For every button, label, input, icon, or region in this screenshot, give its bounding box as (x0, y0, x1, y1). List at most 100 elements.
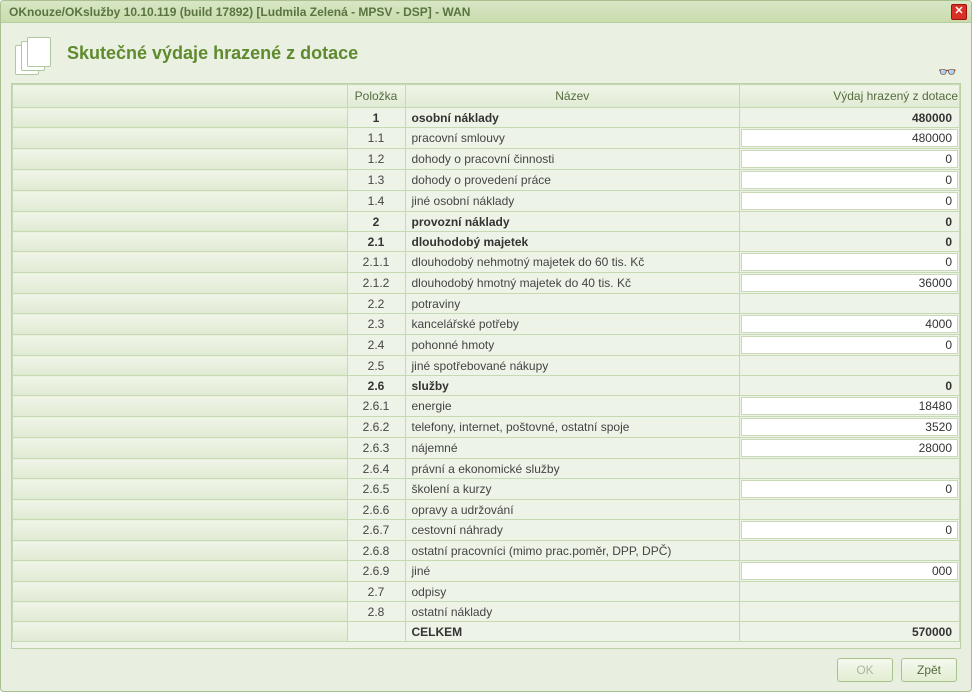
value-input[interactable] (741, 562, 958, 580)
item-number-cell: 2.1.1 (347, 252, 405, 273)
item-name-cell: osobní náklady (405, 108, 740, 128)
value-input[interactable] (741, 192, 958, 210)
item-number-cell: 2.1 (347, 232, 405, 252)
row-gutter (13, 582, 348, 602)
item-value-cell[interactable] (740, 252, 960, 273)
item-number-cell: 1.3 (347, 170, 405, 191)
item-name-cell: pohonné hmoty (405, 335, 740, 356)
item-value-cell[interactable] (740, 128, 960, 149)
item-number-cell: 2.6.2 (347, 417, 405, 438)
table-row: 1.1pracovní smlouvy (13, 128, 960, 149)
item-number-cell: 1.1 (347, 128, 405, 149)
header-value[interactable]: Výdaj hrazený z dotace (740, 85, 960, 108)
item-value-cell[interactable] (740, 191, 960, 212)
item-number-cell: 2.6.1 (347, 396, 405, 417)
item-number-cell: 2.8 (347, 602, 405, 622)
item-value-cell[interactable] (740, 273, 960, 294)
item-name-cell: potraviny (405, 294, 740, 314)
value-text: 570000 (741, 625, 958, 639)
header-rowgutter (13, 85, 348, 108)
value-input[interactable] (741, 171, 958, 189)
value-input[interactable] (741, 418, 958, 436)
item-value-cell[interactable] (740, 438, 960, 459)
table-row: 2.6.2telefony, internet, poštovné, ostat… (13, 417, 960, 438)
value-input[interactable] (741, 315, 958, 333)
value-text: 480000 (741, 111, 958, 125)
row-gutter (13, 561, 348, 582)
item-number-cell: 2 (347, 212, 405, 232)
item-value-cell[interactable] (740, 417, 960, 438)
expenses-table: Položka Název Výdaj hrazený z dotace 1os… (12, 84, 960, 642)
item-value-cell[interactable] (740, 396, 960, 417)
item-value-cell: 0 (740, 212, 960, 232)
help-icon[interactable]: 👓 (938, 63, 957, 81)
table-row: CELKEM570000 (13, 622, 960, 642)
value-input[interactable] (741, 129, 958, 147)
item-name-cell: služby (405, 376, 740, 396)
window-title: OKnouze/OKslužby 10.10.119 (build 17892)… (9, 5, 470, 19)
row-gutter (13, 232, 348, 252)
header: Skutečné výdaje hrazené z dotace 👓 (1, 23, 971, 83)
item-name-cell: provozní náklady (405, 212, 740, 232)
item-value-cell (740, 602, 960, 622)
item-number-cell: 2.6.7 (347, 520, 405, 541)
row-gutter (13, 252, 348, 273)
value-input[interactable] (741, 439, 958, 457)
value-input[interactable] (741, 336, 958, 354)
item-value-cell[interactable] (740, 561, 960, 582)
value-input[interactable] (741, 521, 958, 539)
table-row: 2.1.2dlouhodobý hmotný majetek do 40 tis… (13, 273, 960, 294)
page-title: Skutečné výdaje hrazené z dotace (67, 43, 358, 64)
item-value-cell[interactable] (740, 335, 960, 356)
row-gutter (13, 128, 348, 149)
header-item-number[interactable]: Položka (347, 85, 405, 108)
table-row: 1.3dohody o provedení práce (13, 170, 960, 191)
row-gutter (13, 622, 348, 642)
table-row: 2.8ostatní náklady (13, 602, 960, 622)
ok-button[interactable]: OK (837, 658, 893, 682)
table-row: 1.2dohody o pracovní činnosti (13, 149, 960, 170)
row-gutter (13, 356, 348, 376)
item-number-cell: 1.4 (347, 191, 405, 212)
titlebar: OKnouze/OKslužby 10.10.119 (build 17892)… (1, 1, 971, 23)
item-number-cell: 2.6.6 (347, 500, 405, 520)
item-value-cell (740, 294, 960, 314)
close-icon[interactable]: ✕ (951, 4, 967, 20)
header-name[interactable]: Název (405, 85, 740, 108)
item-name-cell: ostatní náklady (405, 602, 740, 622)
back-button[interactable]: Zpět (901, 658, 957, 682)
value-input[interactable] (741, 150, 958, 168)
item-value-cell[interactable] (740, 520, 960, 541)
item-value-cell[interactable] (740, 314, 960, 335)
item-number-cell: 2.6.8 (347, 541, 405, 561)
item-number-cell: 1.2 (347, 149, 405, 170)
item-value-cell[interactable] (740, 149, 960, 170)
item-number-cell: 2.6.4 (347, 459, 405, 479)
item-name-cell: CELKEM (405, 622, 740, 642)
item-value-cell: 0 (740, 232, 960, 252)
table-row: 2.3kancelářské potřeby (13, 314, 960, 335)
value-input[interactable] (741, 480, 958, 498)
item-name-cell: jiné osobní náklady (405, 191, 740, 212)
item-name-cell: cestovní náhrady (405, 520, 740, 541)
value-input[interactable] (741, 397, 958, 415)
item-name-cell: pracovní smlouvy (405, 128, 740, 149)
item-number-cell: 2.3 (347, 314, 405, 335)
item-name-cell: dlouhodobý nehmotný majetek do 60 tis. K… (405, 252, 740, 273)
item-name-cell: dlouhodobý hmotný majetek do 40 tis. Kč (405, 273, 740, 294)
table-row: 2.7odpisy (13, 582, 960, 602)
item-number-cell: 2.6 (347, 376, 405, 396)
item-number-cell: 1 (347, 108, 405, 128)
value-text: 0 (741, 215, 958, 229)
item-value-cell: 0 (740, 376, 960, 396)
value-input[interactable] (741, 274, 958, 292)
item-value-cell[interactable] (740, 170, 960, 191)
row-gutter (13, 335, 348, 356)
row-gutter (13, 520, 348, 541)
row-gutter (13, 479, 348, 500)
item-value-cell[interactable] (740, 479, 960, 500)
row-gutter (13, 170, 348, 191)
value-input[interactable] (741, 253, 958, 271)
item-name-cell: energie (405, 396, 740, 417)
item-value-cell (740, 541, 960, 561)
